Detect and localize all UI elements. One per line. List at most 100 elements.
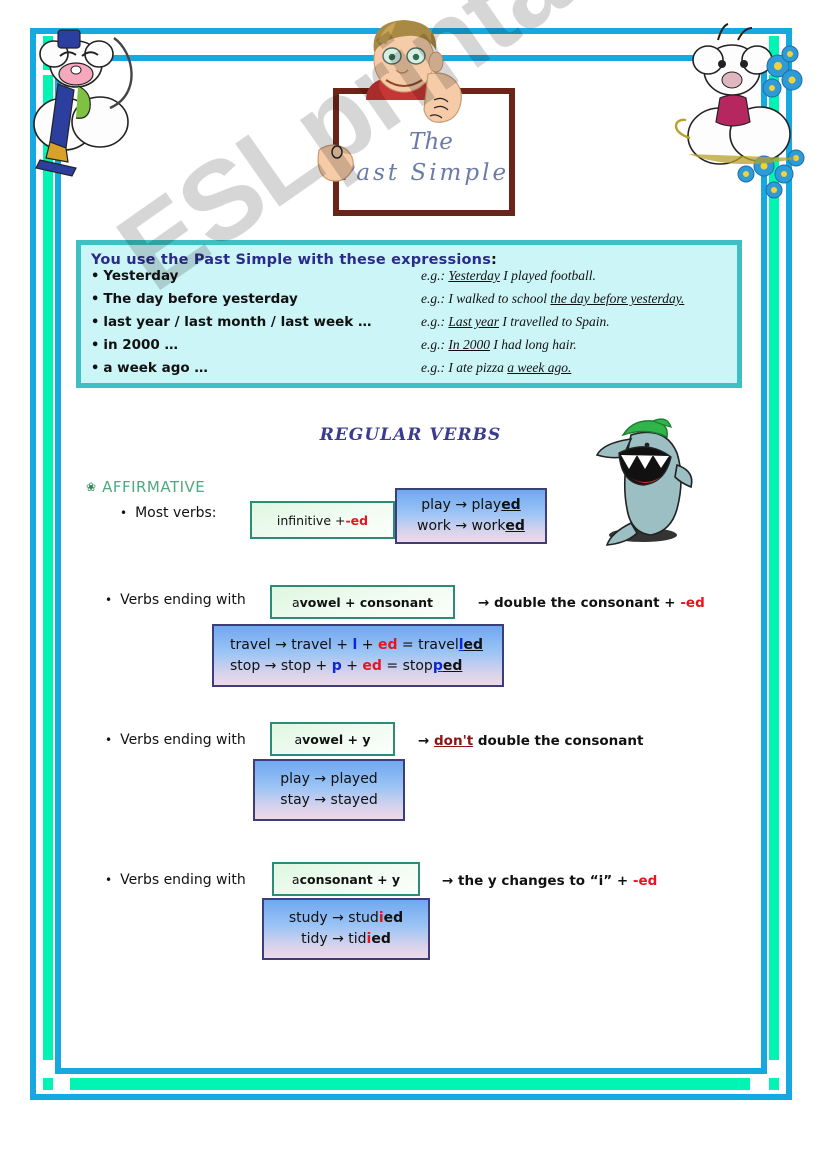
- hand-clipart-right: [423, 72, 462, 123]
- example-line-1: play → played: [421, 495, 520, 516]
- page-title-line2: Past Simple: [338, 160, 510, 186]
- bullet-icon: •: [120, 506, 128, 520]
- example-line-1: travel → travel + l + ed = travelled: [230, 635, 483, 656]
- example-line-1: study → studied: [289, 908, 403, 929]
- expression-term: • a week ago …: [91, 360, 421, 376]
- bullet-icon: •: [91, 269, 100, 284]
- expression-term: • in 2000 …: [91, 337, 421, 353]
- bullet-icon: •: [105, 593, 113, 607]
- affirmative-section-header: ❀ AFFIRMATIVE: [86, 478, 205, 496]
- ex2-red-ed: ed: [362, 657, 382, 674]
- rule-result-dont: don't: [434, 733, 474, 749]
- rule-result-consonant-y: → the y changes to “i” + -ed: [442, 873, 657, 889]
- example-line-2: stay → stayed: [280, 792, 378, 808]
- frame-corner-square-bottom-left: [43, 1078, 53, 1090]
- example-post: I played football.: [499, 268, 596, 283]
- expression-term: • Yesterday: [91, 268, 421, 284]
- example-eg-prefix: e.g.:: [421, 360, 449, 375]
- rule-box-bold: vowel + consonant: [299, 594, 434, 610]
- ex1-part1: study → stud: [288, 910, 379, 926]
- example-pre: I ate pizza: [448, 360, 508, 375]
- rule-result-vowel-y: → don't double the consonant: [418, 733, 643, 749]
- expression-term: • The day before yesterday: [91, 291, 421, 307]
- bullet-icon: •: [91, 338, 100, 353]
- rule-result-text: → the y changes to “i” +: [442, 873, 633, 889]
- ex2-doubled-letter: p: [432, 657, 443, 674]
- expression-term-text: The day before yesterday: [103, 291, 298, 307]
- example-line-1-base: play → play: [421, 497, 502, 513]
- flower-marker-icon: ❀: [86, 480, 97, 494]
- rule-box-vowel-consonant: a vowel + consonant: [270, 585, 455, 619]
- expressions-heading-text: You use the Past Simple with these expre…: [91, 252, 492, 268]
- ex2-underlined-ed: ed: [442, 657, 463, 674]
- rule-result-suffix: -ed: [680, 595, 705, 611]
- expression-row: • Yesterday e.g.: Yesterday I played footb…: [91, 268, 737, 291]
- example-eg-prefix: e.g.:: [421, 314, 449, 329]
- rule-box-most-verbs: infinitive + -ed: [250, 501, 395, 539]
- expression-row: • a week ago … e.g.: I ate pizza a week ag…: [91, 360, 737, 383]
- ex1-underlined-ed: ed: [463, 636, 484, 653]
- bullet-icon: •: [91, 292, 100, 307]
- frame-accent-bar-bottom: [70, 1078, 750, 1090]
- rule-result-text: → double the consonant +: [478, 595, 681, 611]
- regular-verbs-heading: REGULAR VERBS: [319, 425, 502, 445]
- expression-term-text: a week ago …: [103, 360, 208, 376]
- example-line-2-base: work → work: [417, 518, 506, 534]
- example-post: I had long hair.: [490, 337, 577, 352]
- example-line-1-ending: ed: [501, 497, 521, 513]
- frame-accent-bar-right: [769, 75, 779, 1060]
- example-underlined: the day before yesterday.: [550, 291, 685, 306]
- rule-row-most-verbs: • Most verbs:: [120, 505, 217, 521]
- ex1-red-ed: ed: [377, 636, 398, 653]
- example-underlined: In 2000: [448, 337, 490, 352]
- rule-label-text: Verbs ending with: [120, 592, 246, 608]
- rule-box-prefix: a: [294, 731, 303, 747]
- example-eg-prefix: e.g.:: [421, 291, 449, 306]
- ex2-blue-letter: p: [331, 657, 342, 674]
- rule-box-prefix: a: [291, 871, 300, 887]
- example-line-2: stop → stop + p + ed = stopped: [230, 656, 462, 677]
- rule-result-suffix: -ed: [632, 873, 658, 889]
- expression-term-text: in 2000 …: [103, 337, 179, 353]
- mouse-clipart-left: [33, 29, 133, 177]
- example-pre: I walked to school: [448, 291, 551, 306]
- expression-example: e.g.: I ate pizza a week ago.: [421, 360, 571, 376]
- expression-row: • in 2000 … e.g.: In 2000 I had long hair.: [91, 337, 737, 360]
- ex2-part3: = stop: [381, 657, 433, 674]
- example-box-consonant-y: study → studied tidy → tidied: [262, 898, 430, 960]
- example-box-most-verbs: play → played work → work ed: [395, 488, 547, 544]
- rule-box-bold: consonant + y: [299, 871, 401, 887]
- frame-inner-right: [761, 55, 767, 1074]
- example-underlined: Yesterday: [448, 268, 500, 283]
- example-underlined: a week ago.: [507, 360, 572, 375]
- ex1-part2: +: [357, 636, 378, 653]
- page-title-line1: The: [409, 128, 453, 155]
- example-line-2: tidy → tidied: [301, 929, 391, 950]
- ex2-part2: +: [341, 657, 363, 674]
- example-box-vowel-consonant: travel → travel + l + ed = travelled sto…: [212, 624, 504, 687]
- expressions-row-list: • Yesterday e.g.: Yesterday I played footb…: [91, 268, 737, 383]
- bullet-icon: •: [105, 873, 113, 887]
- expressions-box: You use the Past Simple with these expre…: [76, 240, 742, 388]
- example-line-1: play → played: [280, 771, 378, 787]
- rule-label-text: Verbs ending with: [120, 732, 246, 748]
- frame-inner-bottom: [55, 1068, 767, 1074]
- rule-result-prefix: →: [418, 733, 435, 749]
- rule-box-bold: vowel + y: [302, 731, 371, 747]
- affirmative-label: AFFIRMATIVE: [102, 478, 206, 496]
- rule-row-consonant-y: • Verbs ending with: [105, 872, 246, 888]
- rule-label-most-verbs: • Most verbs:: [120, 505, 217, 521]
- rule-label-text: Most verbs:: [135, 505, 217, 521]
- expression-row: • The day before yesterday e.g.: I walked …: [91, 291, 737, 314]
- rule-box-prefix: a: [291, 594, 300, 610]
- frame-outer-bottom: [30, 1094, 792, 1100]
- expressions-heading-colon: :: [491, 252, 498, 268]
- frame-accent-bar-left: [43, 75, 53, 1060]
- rule-result-vowel-consonant: → double the consonant + -ed: [478, 595, 705, 611]
- expression-example: e.g.: I walked to school the day before …: [421, 291, 684, 307]
- example-underlined: Last year: [448, 314, 499, 329]
- bullet-icon: •: [91, 361, 100, 376]
- bullet-icon: •: [105, 733, 113, 747]
- ex2-part1: tidy → tid: [301, 931, 367, 947]
- rule-row-vowel-consonant: • Verbs ending with: [105, 592, 246, 608]
